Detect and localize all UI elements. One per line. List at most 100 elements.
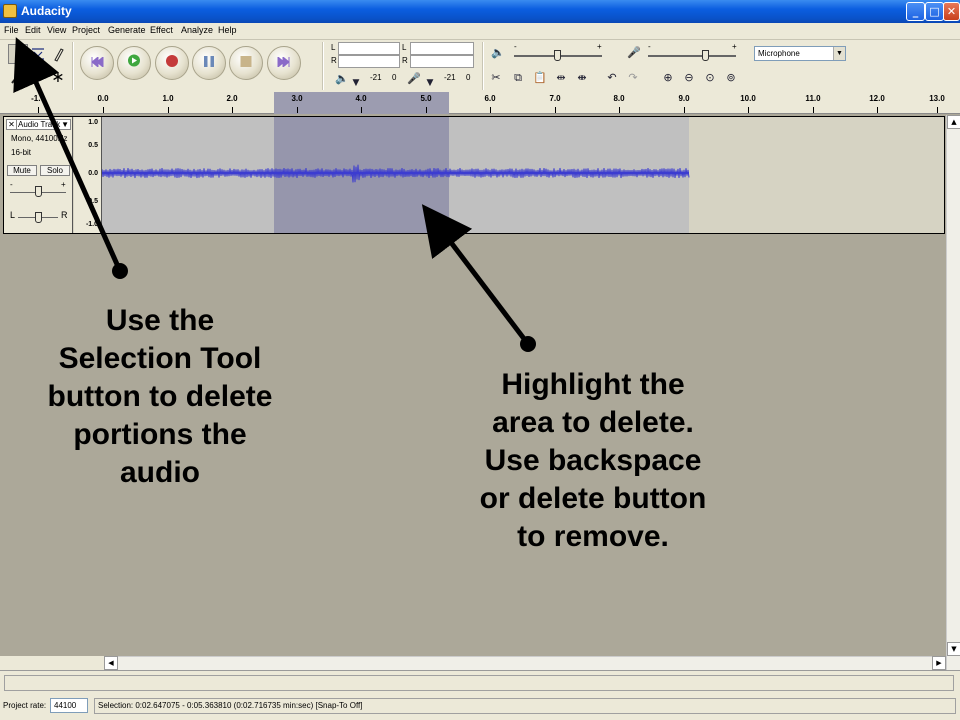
play-icon [127, 54, 141, 73]
fit-project-icon[interactable]: ⊚ [723, 70, 739, 86]
recording-volume-slider[interactable] [702, 50, 709, 61]
envelope-tool-icon[interactable] [28, 44, 48, 64]
input-meter-menu-icon[interactable]: ▼ [422, 75, 438, 91]
menu-analyze[interactable]: Analyze [181, 25, 213, 35]
menu-file[interactable]: File [4, 25, 19, 35]
playback-volume-plus: + [597, 42, 602, 51]
input-source-select[interactable]: Microphone ▼ [754, 46, 846, 61]
ruler-tick [555, 107, 556, 113]
ruler-tick-label: 8.0 [613, 94, 625, 103]
trim-icon[interactable]: ⇹ [553, 70, 569, 86]
ruler-tick-label: 6.0 [484, 94, 496, 103]
ruler-tick-label: 3.0 [291, 94, 303, 103]
meter-input-right-label: R [402, 56, 408, 65]
fit-selection-icon[interactable]: ⊙ [702, 70, 718, 86]
toolbar-separator [322, 42, 324, 90]
annotation-line: button to delete [47, 380, 273, 413]
audacity-app-icon [3, 4, 17, 18]
draw-tool-icon[interactable] [48, 44, 68, 64]
annotation-line: Highlight the [501, 368, 685, 401]
vertical-scrollbar[interactable]: ▲ ▼ [946, 115, 960, 670]
scroll-left-icon[interactable]: ◀ [104, 656, 118, 670]
skip-to-end-button[interactable] [267, 46, 301, 80]
horizontal-scrollbar[interactable]: ◀ ▶ [0, 656, 946, 670]
output-meter-db-label: -21 [370, 73, 382, 82]
skip-to-start-button[interactable] [80, 46, 114, 80]
zoom-out-icon[interactable]: ⊖ [681, 70, 697, 86]
project-rate-input[interactable]: 44100 [50, 698, 88, 713]
track-format: Mono, 44100Hz [11, 134, 68, 143]
output-meter-left[interactable] [338, 42, 400, 55]
amplitude-label: -0.5 [85, 198, 98, 205]
menu-edit[interactable]: Edit [25, 25, 41, 35]
output-meter-menu-icon[interactable]: ▼ [348, 75, 364, 91]
time-shift-tool-icon[interactable]: ↔ [28, 67, 48, 87]
ruler-tick [361, 107, 362, 113]
menu-generate[interactable]: Generate [108, 25, 146, 35]
annotation-line: Use backspace [484, 444, 702, 477]
meter-input-left-label: L [402, 43, 407, 52]
chevron-down-icon[interactable]: ▼ [833, 47, 845, 60]
close-button[interactable]: ✕ [943, 2, 960, 21]
input-meter-left[interactable] [410, 42, 474, 55]
play-button[interactable] [117, 46, 151, 80]
copy-icon[interactable]: ⧉ [510, 70, 526, 86]
redo-icon[interactable]: ↷ [625, 70, 641, 86]
menu-help[interactable]: Help [218, 25, 237, 35]
annotation-selection-tool: Use the Selection Tool button to delete … [10, 302, 310, 492]
window-title: Audacity [21, 4, 72, 18]
track-name-bar[interactable]: ✕ Audio Track ▼ [6, 119, 71, 130]
stop-icon [240, 54, 252, 72]
cut-icon[interactable]: ✂ [488, 70, 504, 86]
menu-effect[interactable]: Effect [150, 25, 173, 35]
silence-icon[interactable]: ⇼ [574, 70, 590, 86]
ruler-tick [684, 107, 685, 113]
playback-volume-icon: 🔈 [491, 46, 505, 59]
skip-to-start-icon [90, 54, 104, 72]
track-bit-depth: 16-bit [11, 148, 32, 157]
ruler-tick-label: 1.0 [162, 94, 174, 103]
track-close-icon[interactable]: ✕ [7, 120, 17, 129]
menu-view[interactable]: View [47, 25, 66, 35]
zoom-in-icon[interactable]: ⊕ [660, 70, 676, 86]
gain-plus-label: + [61, 180, 66, 189]
stop-button[interactable] [229, 46, 263, 80]
status-bar-upper [0, 670, 960, 694]
selection-status: Selection: 0:02.647075 - 0:05.363810 (0:… [94, 698, 956, 714]
undo-icon[interactable]: ↶ [604, 70, 620, 86]
microphone-meter-icon: 🎤 [407, 72, 421, 85]
solo-button[interactable]: Solo [40, 165, 70, 176]
maximize-button[interactable]: □ [925, 2, 944, 21]
zoom-tool-icon[interactable] [8, 67, 28, 87]
record-button[interactable] [155, 46, 189, 80]
ruler-tick [877, 107, 878, 113]
scroll-up-icon[interactable]: ▲ [947, 115, 960, 129]
horizontal-scroll-track[interactable] [104, 656, 946, 670]
selection-tool-icon[interactable]: I [8, 44, 28, 64]
playback-volume-slider[interactable] [554, 50, 561, 61]
scroll-right-icon[interactable]: ▶ [932, 656, 946, 670]
track-menu-icon[interactable]: ▼ [61, 120, 69, 129]
annotation-line: area to delete. [492, 406, 694, 439]
scroll-down-icon[interactable]: ▼ [947, 642, 960, 656]
output-meter-right[interactable] [338, 55, 400, 68]
amplitude-label: 0.0 [88, 170, 98, 177]
pan-slider[interactable] [35, 212, 42, 223]
recording-volume-track[interactable] [648, 55, 736, 57]
timeline-ruler[interactable]: -1.0 0.0 1.0 2.0 3.0 4.0 5.0 6.0 7.0 8.0 9.0 10.0 11… [0, 92, 960, 114]
menu-project[interactable]: Project [72, 25, 100, 35]
pause-button[interactable] [192, 46, 226, 80]
waveform-display[interactable] [102, 117, 944, 233]
ruler-tick-label: 13.0 [929, 94, 945, 103]
annotation-line: Use the [105, 304, 215, 337]
input-meter-right[interactable] [410, 55, 474, 68]
paste-icon[interactable]: 📋 [532, 70, 548, 86]
mute-button[interactable]: Mute [7, 165, 37, 176]
output-meter-zero-label: 0 [392, 73, 397, 82]
minimize-button[interactable]: _ [906, 2, 925, 21]
recording-volume-icon: 🎤 [627, 46, 641, 59]
gain-slider[interactable] [35, 186, 42, 197]
toolbar-separator [72, 42, 74, 90]
multi-tool-icon[interactable]: ∗ [48, 67, 68, 87]
ruler-tick [426, 107, 427, 113]
